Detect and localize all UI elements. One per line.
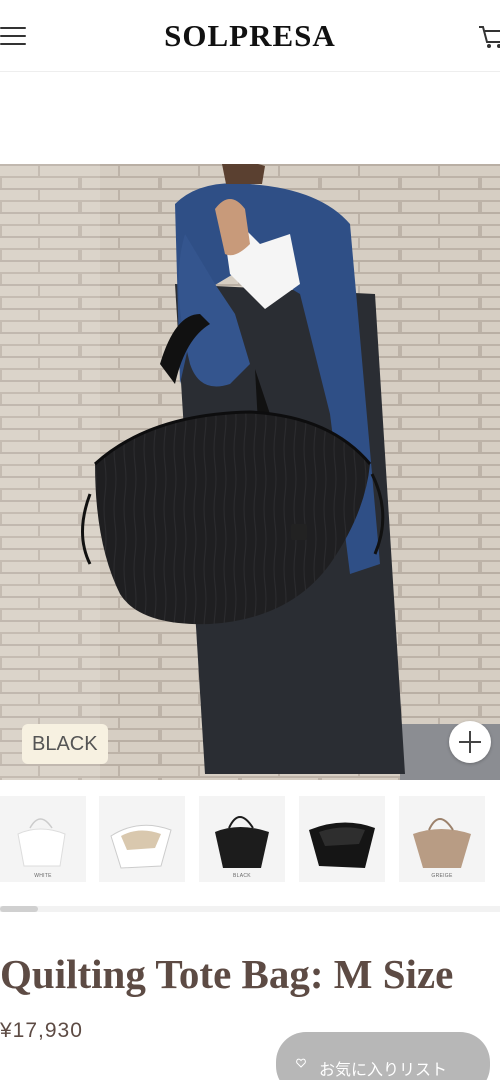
carousel-scroll-thumb[interactable]: [0, 906, 38, 912]
site-header: SOLPRESA: [0, 0, 500, 72]
thumbnail-label: BLACK: [233, 873, 251, 879]
thumbnail-label: WHITE: [34, 873, 52, 879]
color-badge: BLACK: [22, 724, 108, 764]
thumbnail-white-inside[interactable]: [99, 796, 185, 882]
thumbnail-label: GREIGE: [431, 873, 453, 879]
brand-logo[interactable]: SOLPRESA: [0, 18, 500, 54]
thumbnail-black[interactable]: BLACK: [199, 796, 285, 882]
thumbnail-greige[interactable]: GREIGE: [399, 796, 485, 882]
shopping-cart-icon[interactable]: [478, 22, 500, 50]
favorite-list-button[interactable]: お気に入りリスト: [276, 1032, 490, 1080]
favorite-list-label: お気に入りリスト: [319, 1062, 448, 1079]
thumbnail-white[interactable]: WHITE: [0, 796, 86, 882]
product-price: ¥17,930: [0, 1019, 83, 1042]
plus-icon[interactable]: [449, 721, 491, 763]
heart-icon: [296, 1058, 306, 1068]
thumbnail-black-inside[interactable]: [299, 796, 385, 882]
carousel-scroll-track[interactable]: [0, 906, 500, 912]
product-main-image[interactable]: [0, 164, 500, 780]
thumbnail-carousel: WHITE BLACK GREIGE: [0, 796, 500, 882]
product-title: Quilting Tote Bag: M Size: [0, 951, 454, 997]
